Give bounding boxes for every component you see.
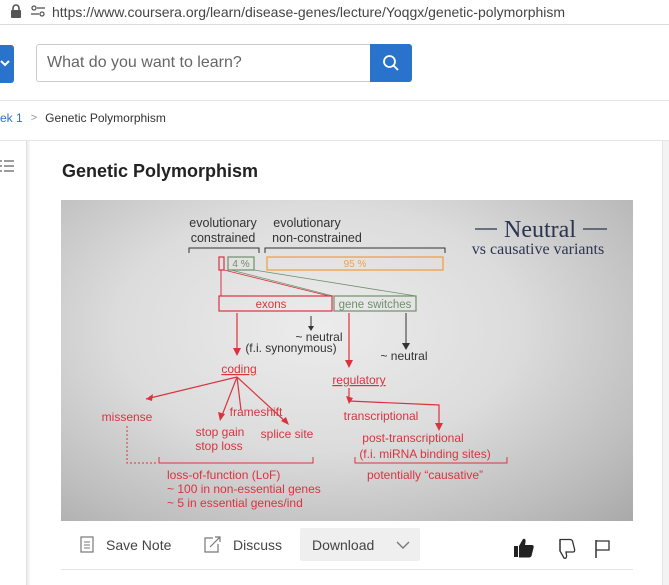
site-settings-icon[interactable] (30, 5, 46, 17)
slide-label: stop gain (196, 425, 245, 439)
slide-label: 95 % (344, 259, 367, 270)
save-note-label: Save Note (106, 536, 172, 553)
slide-label: frameshift (230, 405, 283, 419)
chevron-down-icon (0, 60, 10, 67)
slide-label: ~ 5 in essential genes/ind (167, 496, 303, 510)
download-dropdown[interactable]: Download (300, 528, 420, 561)
content-shadow (27, 141, 31, 585)
discuss-label: Discuss (233, 536, 283, 553)
sidebar (0, 141, 27, 585)
page-title: Genetic Polymorphism (62, 161, 259, 181)
breadcrumb-separator: > (30, 112, 38, 124)
breadcrumb-current: Genetic Polymorphism (45, 111, 166, 125)
download-label: Download (312, 536, 375, 553)
slide-label: evolutionary (273, 216, 341, 230)
slide-label: splice site (261, 427, 314, 441)
slide-title: Neutral (504, 217, 576, 243)
slide-label: stop loss (195, 439, 242, 453)
discuss-button[interactable]: Discuss (203, 536, 282, 553)
search-input[interactable] (36, 44, 370, 82)
slide-label: constrained (191, 231, 256, 245)
note-icon (80, 536, 94, 553)
discuss-icon (204, 536, 221, 553)
slide-label: loss-of-function (LoF) (167, 468, 280, 482)
search-icon (383, 55, 399, 71)
breadcrumb: ek 1 > Genetic Polymorphism (0, 111, 166, 125)
lock-icon (11, 4, 21, 18)
address-bar-url[interactable]: https://www.coursera.org/learn/disease-g… (52, 4, 565, 20)
chevron-down-icon (396, 541, 410, 549)
slide-label: gene switches (339, 299, 412, 311)
scrollbar-track[interactable] (662, 141, 669, 585)
slide-label: transcriptional (344, 409, 419, 423)
save-note-button[interactable]: Save Note (80, 536, 171, 553)
search-button[interactable] (370, 44, 412, 82)
slide-label: ~ 100 in non-essential genes (167, 482, 321, 496)
breadcrumb-week-link[interactable]: ek 1 (0, 111, 23, 125)
flag-icon[interactable] (594, 539, 612, 559)
slide-label: exons (256, 299, 287, 311)
video-player[interactable]: Neutral vs causative variants evolutiona… (61, 200, 633, 521)
divider (61, 569, 633, 570)
slide-label: 4 % (232, 259, 249, 270)
lecture-slide: Neutral vs causative variants evolutiona… (102, 216, 607, 510)
slide-subtitle: vs causative variants (472, 241, 604, 258)
slide-label: non-constrained (272, 231, 362, 245)
thumbs-up-icon[interactable] (513, 537, 535, 559)
slide-label: ~ neutral (380, 349, 427, 363)
slide-label: regulatory (332, 373, 385, 387)
slide-label: coding (221, 362, 256, 376)
slide-label: evolutionary (189, 216, 257, 230)
explore-button[interactable] (0, 45, 14, 83)
slide-label: missense (102, 410, 153, 424)
slide-label: (f.i. synonymous) (245, 341, 336, 355)
thumbs-down-icon[interactable] (554, 538, 576, 560)
list-icon[interactable] (0, 158, 14, 174)
slide-label: post-transcriptional (362, 431, 463, 445)
divider (0, 140, 669, 141)
slide-label: potentially “causative” (367, 468, 483, 482)
slide-label: (f.i. miRNA binding sites) (359, 447, 490, 461)
